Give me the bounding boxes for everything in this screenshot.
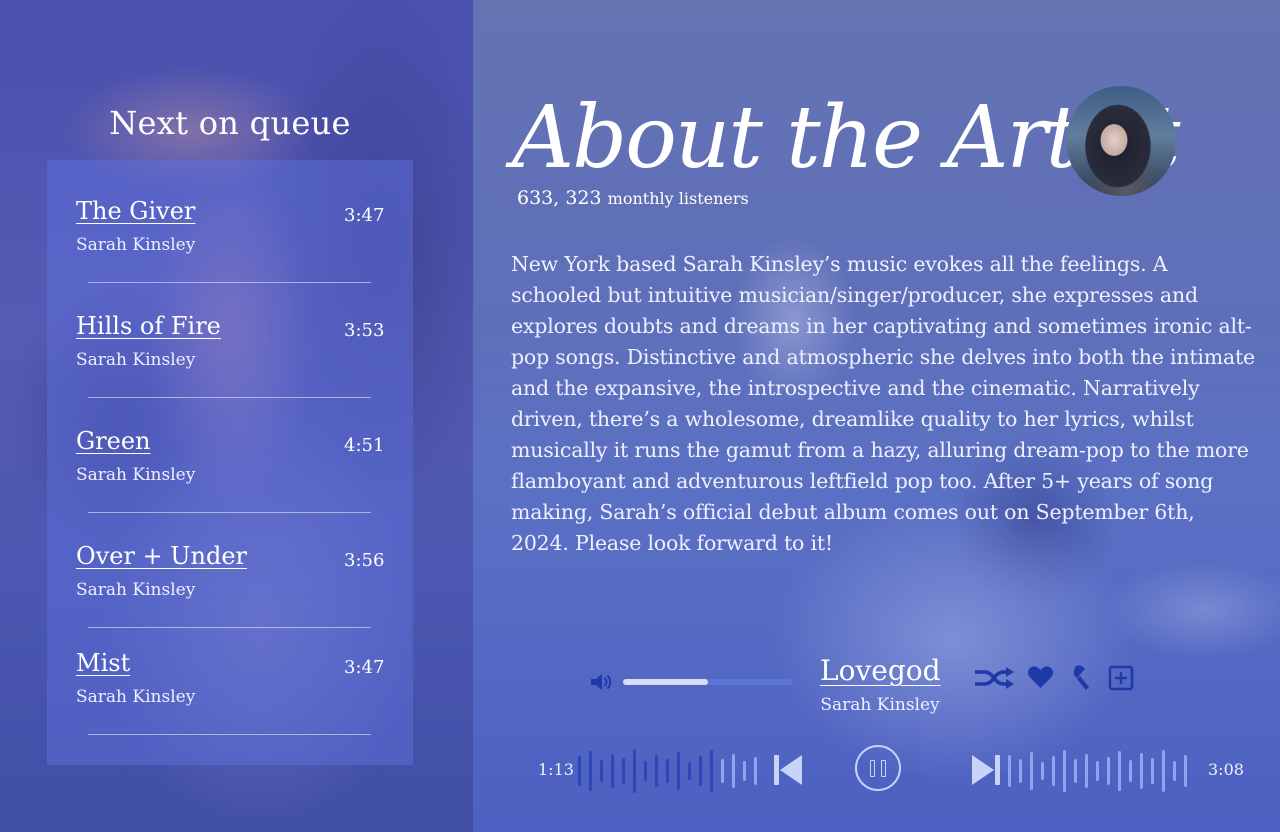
queue-song-artist: Sarah Kinsley [76,350,196,370]
waveform-bar [1019,759,1022,783]
queue-divider [88,397,371,398]
queue-song-title[interactable]: Green [76,427,151,455]
artist-bio: New York based Sarah Kinsley’s music evo… [511,252,1255,555]
queue-song-title[interactable]: Over + Under [76,542,247,570]
artist-avatar [1066,86,1176,196]
microphone-icon[interactable] [1066,664,1094,692]
queue-list: The Giver Sarah Kinsley 3:47 Hills of Fi… [47,160,413,765]
now-playing-title[interactable]: Lovegod [820,654,941,687]
volume-slider-fill [623,679,708,685]
waveform-bar [688,762,691,780]
waveform-bar [1074,759,1077,783]
volume-icon[interactable] [589,671,615,693]
queue-title: Next on queue [109,104,351,142]
elapsed-time: 1:13 [538,760,574,779]
waveform-bar [1008,755,1011,787]
queue-song-title[interactable]: Hills of Fire [76,312,221,340]
waveform-bar [1085,754,1088,788]
waveform-bar [710,750,713,792]
waveform-bar [732,754,735,788]
waveform-bar [655,755,658,787]
waveform-bar [611,754,614,788]
waveform-bar [633,749,636,793]
waveform-bar [1052,756,1055,786]
queue-song-artist: Sarah Kinsley [76,465,196,485]
waveform-bar [1173,761,1176,781]
queue-song-title[interactable]: Mist [76,649,130,677]
shuffle-icon[interactable] [972,664,1016,692]
queue-song-duration: 3:47 [344,657,385,678]
queue-song-duration: 4:51 [344,435,385,456]
waveform-bar [699,756,702,786]
waveform-bar [589,751,592,791]
total-time: 3:08 [1208,760,1244,779]
queue-song-duration: 3:56 [344,550,385,571]
queue-song-duration: 3:53 [344,320,385,341]
waveform-bar [754,757,757,785]
waveform-bar [578,756,581,786]
queue-divider [88,282,371,283]
listeners-label: monthly listeners [607,189,749,208]
heart-icon[interactable] [1027,664,1054,690]
queue-divider [88,512,371,513]
waveform-bar [600,760,603,782]
waveform-bar [666,759,669,783]
waveform-remaining[interactable] [1008,749,1198,793]
monthly-listeners: 633, 323 monthly listeners [517,187,749,209]
now-playing-artist: Sarah Kinsley [820,695,940,715]
queue-song-artist: Sarah Kinsley [76,235,196,255]
waveform-bar [1140,753,1143,789]
add-to-playlist-icon[interactable] [1108,665,1134,691]
waveform-bar [1041,762,1044,780]
waveform-bar [1151,758,1154,784]
pause-icon [881,760,886,777]
waveform-bar [1184,755,1187,787]
queue-divider [88,627,371,628]
pause-icon [870,760,875,777]
waveform-bar [1063,750,1066,792]
waveform-bar [1129,760,1132,782]
queue-song-artist: Sarah Kinsley [76,580,196,600]
waveform-bar [1118,751,1121,791]
queue-divider [88,734,371,735]
waveform-bar [721,759,724,783]
queue-song-title[interactable]: The Giver [76,197,195,225]
skip-next-icon[interactable] [971,753,1001,787]
waveform-bar [743,761,746,781]
waveform-bar [1162,750,1165,792]
waveform-bar [677,752,680,790]
waveform-bar [622,758,625,784]
listeners-count: 633, 323 [517,187,602,209]
waveform-bar [1107,757,1110,785]
queue-song-duration: 3:47 [344,205,385,226]
volume-slider[interactable] [623,679,793,685]
waveform-played[interactable] [578,749,768,793]
waveform-bar [644,761,647,781]
queue-song-artist: Sarah Kinsley [76,687,196,707]
waveform-bar [1030,752,1033,790]
skip-previous-icon[interactable] [773,753,803,787]
waveform-bar [1096,761,1099,781]
pause-button[interactable] [855,745,901,791]
